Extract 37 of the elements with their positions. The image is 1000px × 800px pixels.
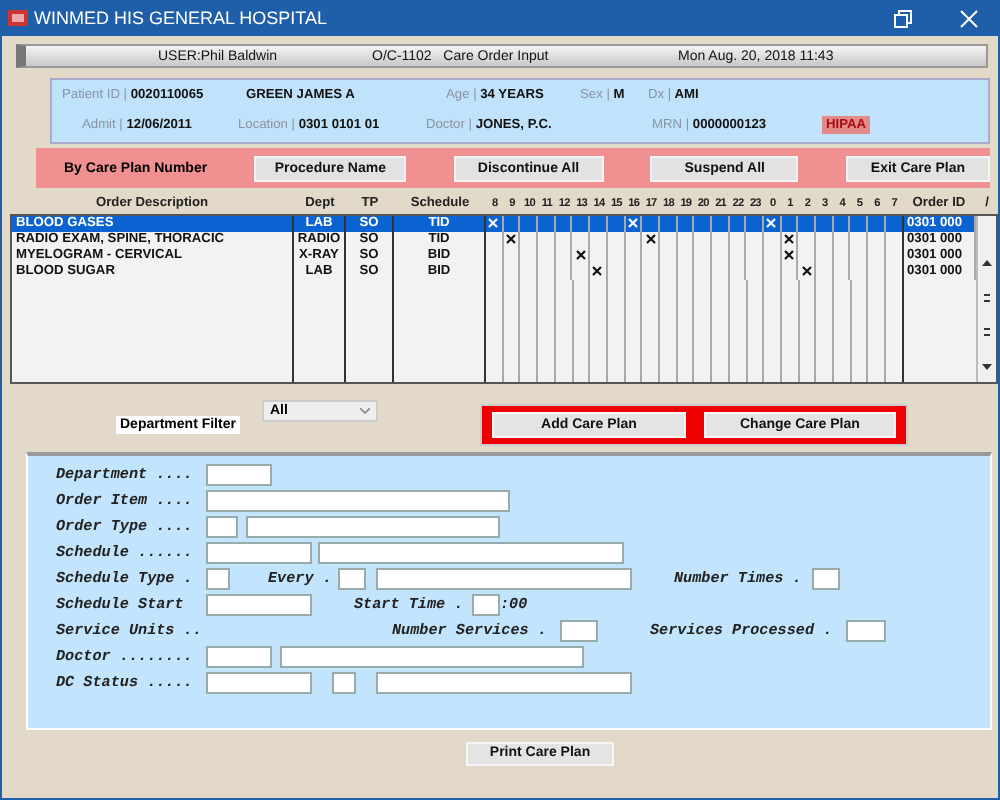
restore-icon[interactable]	[894, 9, 912, 27]
input-field[interactable]	[246, 516, 500, 538]
input-field[interactable]	[472, 594, 500, 616]
close-icon[interactable]	[960, 9, 978, 27]
input-field[interactable]	[338, 568, 366, 590]
down-arrow-icon[interactable]	[981, 363, 992, 370]
input-field[interactable]	[206, 464, 272, 486]
input-field[interactable]	[560, 620, 598, 642]
input-field[interactable]	[376, 568, 632, 590]
cross-icon	[488, 217, 499, 228]
up-arrow-icon[interactable]	[981, 260, 992, 266]
input-field[interactable]	[206, 594, 312, 616]
input-field[interactable]	[846, 620, 886, 642]
chevron-icon	[359, 408, 370, 414]
cross-icon	[506, 233, 517, 244]
input-field[interactable]	[206, 542, 312, 564]
cross-icon	[575, 249, 586, 260]
input-field[interactable]	[812, 568, 840, 590]
cross-icon	[784, 233, 795, 244]
input-field[interactable]	[318, 542, 624, 564]
cross-icon	[766, 217, 777, 228]
cross-icon	[801, 265, 812, 276]
cross-icon	[592, 265, 603, 276]
input-field[interactable]	[206, 516, 238, 538]
scrollbar[interactable]	[975, 216, 996, 382]
input-field[interactable]	[206, 672, 312, 694]
cross-icon	[645, 233, 656, 244]
input-field[interactable]	[376, 672, 632, 694]
input-field[interactable]	[206, 646, 272, 668]
cross-icon	[784, 249, 795, 260]
input-field[interactable]	[332, 672, 356, 694]
input-field[interactable]	[280, 646, 584, 668]
app-icon	[8, 8, 28, 28]
cross-icon	[627, 217, 638, 228]
input-field[interactable]	[206, 568, 230, 590]
window-title: WINMED HIS GENERAL HOSPITAL	[34, 8, 330, 28]
input-field[interactable]	[206, 490, 510, 512]
